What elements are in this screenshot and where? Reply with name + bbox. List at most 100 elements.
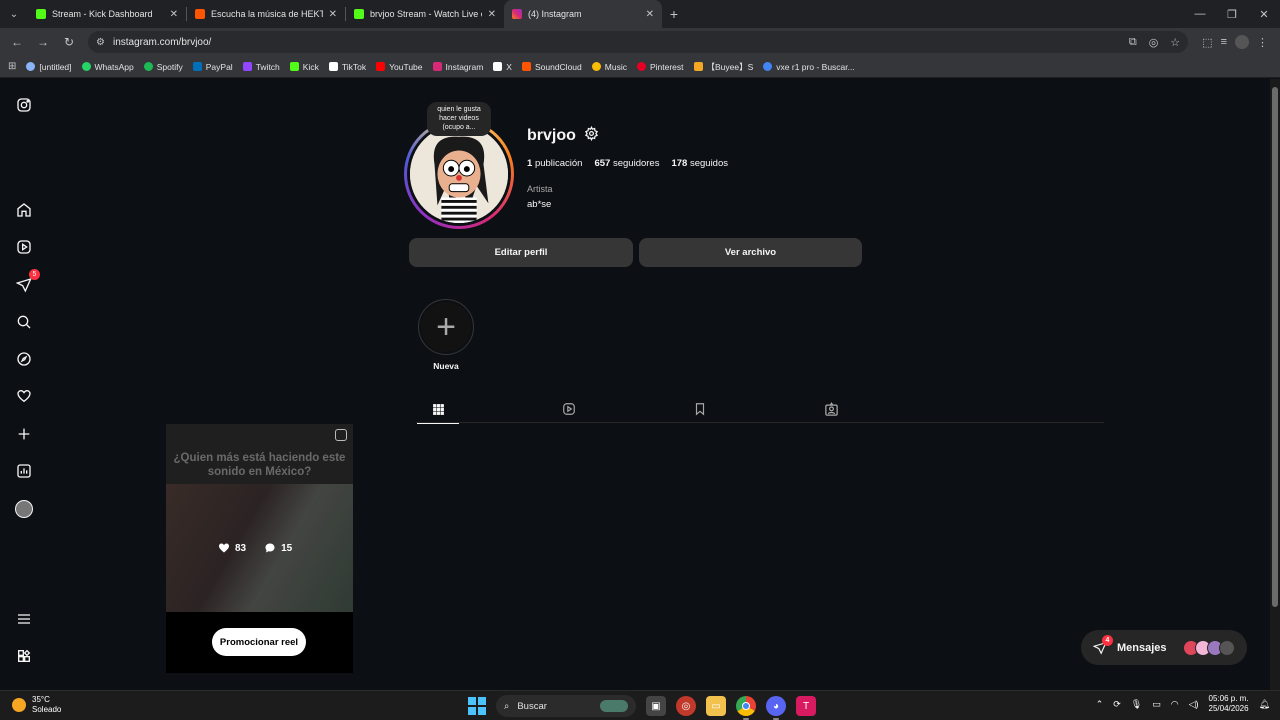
microphone-icon[interactable]: 🎙︎	[1131, 699, 1142, 710]
cast-icon[interactable]: ⧉	[1129, 36, 1137, 49]
url-text: instagram.com/brvjoo/	[112, 36, 212, 48]
messages-icon[interactable]: 5	[14, 269, 40, 295]
clock[interactable]: 05:06 p. m. 25/04/2026	[1209, 694, 1249, 714]
bookmark-item[interactable]: PayPal	[192, 62, 233, 72]
bookmark-item[interactable]: Twitch	[242, 62, 280, 72]
browser-tab[interactable]: Escucha la música de HEKTORP ✕	[187, 0, 345, 28]
url-input[interactable]: ⚙ instagram.com/brvjoo/ ⧉ ◎ ☆	[88, 31, 1189, 53]
bookmark-item[interactable]: SoundCloud	[521, 62, 582, 72]
app-icon[interactable]: T	[796, 696, 816, 716]
close-tab-icon[interactable]: ✕	[170, 9, 178, 20]
bookmark-item[interactable]: Music	[591, 62, 627, 72]
view-archive-button[interactable]: Ver archivo	[639, 238, 862, 267]
new-tab-icon[interactable]: +	[662, 0, 686, 28]
bookmark-item[interactable]: Spotify	[143, 62, 183, 72]
comments-count: 15	[264, 542, 292, 554]
home-icon[interactable]	[14, 200, 34, 220]
bookmark-item[interactable]: Instagram	[432, 62, 483, 72]
dashboard-icon[interactable]	[14, 461, 34, 481]
bookmark-star-icon[interactable]: ☆	[1170, 36, 1180, 49]
new-highlight-label: Nueva	[433, 361, 459, 371]
taskbar-search-input[interactable]: ⌕ Buscar	[496, 695, 636, 717]
notifications-bell-icon[interactable]: 🔔︎	[1259, 699, 1270, 710]
close-tab-icon[interactable]: ✕	[646, 9, 654, 20]
sync-icon[interactable]: ⟳	[1113, 699, 1121, 710]
promote-reel-button[interactable]: Promocionar reel	[212, 628, 306, 656]
reload-icon[interactable]: ↻	[58, 31, 80, 53]
tab-posts[interactable]	[417, 399, 459, 424]
buyee-icon	[693, 62, 703, 71]
bookmark-item[interactable]: WhatsApp	[81, 62, 134, 72]
search-icon[interactable]	[14, 312, 34, 332]
x-icon	[493, 62, 503, 71]
tab-title: (4) Instagram	[528, 9, 582, 19]
settings-gear-icon[interactable]	[584, 125, 599, 146]
eye-off-icon[interactable]: ◎	[1149, 36, 1159, 49]
browser-menu-icon[interactable]: ⋮	[1257, 36, 1268, 49]
more-apps-icon[interactable]	[14, 646, 34, 666]
browser-profile-avatar[interactable]	[1235, 35, 1249, 49]
messages-floating-bar[interactable]: 4 Mensajes	[1081, 630, 1247, 665]
reel-indicator-icon	[335, 429, 347, 441]
bookmark-item[interactable]: 【Buyee】S	[693, 61, 753, 73]
bookmark-item[interactable]: Kick	[289, 62, 319, 72]
profile-note-bubble[interactable]: quien le gusta hacer videos (ocupo a...	[427, 102, 491, 137]
followers-link[interactable]: 657 seguidores	[594, 158, 659, 169]
back-icon[interactable]: ←	[6, 31, 28, 53]
menu-icon[interactable]	[14, 609, 34, 629]
media-controls-icon[interactable]: ≡	[1221, 36, 1227, 48]
bookmark-item[interactable]: X	[493, 62, 512, 72]
bookmark-item[interactable]: vxe r1 pro - Buscar...	[763, 62, 855, 72]
explore-icon[interactable]	[14, 349, 34, 369]
create-icon[interactable]	[14, 424, 34, 444]
tab-title: brvjoo Stream - Watch Live on	[370, 9, 482, 19]
apps-grid-icon[interactable]: ⊞	[8, 61, 16, 72]
discord-icon[interactable]: ◕	[766, 696, 786, 720]
plus-icon: +	[421, 302, 471, 352]
close-tab-icon[interactable]: ✕	[329, 9, 337, 20]
scrollbar-thumb[interactable]	[1272, 87, 1278, 607]
tab-tagged[interactable]	[810, 399, 852, 419]
bookmark-item[interactable]: Pinterest	[636, 62, 684, 72]
tab-reels[interactable]	[548, 399, 590, 419]
page-scrollbar[interactable]	[1270, 79, 1280, 690]
forward-icon[interactable]: →	[32, 31, 54, 53]
tab-saved[interactable]	[679, 399, 721, 419]
minimize-icon[interactable]: —	[1184, 0, 1216, 28]
tab-search-icon[interactable]: ⌄	[0, 0, 28, 28]
profile-avatar[interactable]	[14, 499, 34, 519]
bookmark-item[interactable]: YouTube	[376, 62, 423, 72]
profile-category: Artista	[527, 184, 553, 194]
following-link[interactable]: 178 seguidos	[671, 158, 728, 169]
extensions-icon[interactable]: ⬚	[1202, 36, 1212, 49]
weather-widget[interactable]: 35°C Soleado	[12, 695, 61, 714]
browser-tab[interactable]: brvjoo Stream - Watch Live on ✕	[346, 0, 504, 28]
tab-title: Escucha la música de HEKTORP	[211, 9, 323, 19]
left-nav: 5	[0, 79, 48, 690]
browser-tab-active[interactable]: (4) Instagram ✕	[504, 0, 662, 28]
restore-icon[interactable]: ❐	[1216, 0, 1248, 28]
page-title: brvjoo	[527, 127, 576, 144]
browser-tab[interactable]: Stream - Kick Dashboard ✕	[28, 0, 186, 28]
chevron-up-icon[interactable]: ⌃	[1096, 699, 1104, 710]
copilot-icon[interactable]: ◎	[676, 696, 696, 716]
new-highlight-button[interactable]: +	[418, 299, 474, 355]
chrome-icon[interactable]	[736, 696, 756, 720]
notifications-icon[interactable]	[14, 386, 34, 406]
close-tab-icon[interactable]: ✕	[488, 9, 496, 20]
bookmark-item[interactable]: [untitled]	[26, 62, 72, 72]
instagram-logo-icon[interactable]	[14, 95, 34, 115]
windows-start-icon[interactable]	[468, 697, 486, 715]
more-avatars-icon	[1219, 639, 1235, 656]
volume-icon[interactable]: ◁)	[1189, 699, 1199, 710]
wifi-icon[interactable]: ◠	[1171, 699, 1179, 710]
kick-icon	[354, 9, 364, 19]
close-window-icon[interactable]: ✕	[1248, 0, 1280, 28]
display-icon[interactable]: ▭	[1152, 699, 1161, 710]
reels-icon[interactable]	[14, 237, 34, 257]
site-info-icon[interactable]: ⚙	[96, 37, 105, 48]
bookmark-item[interactable]: TikTok	[328, 62, 366, 72]
file-explorer-icon[interactable]: ▭	[706, 696, 726, 716]
task-view-icon[interactable]: ▣	[646, 696, 666, 716]
edit-profile-button[interactable]: Editar perfil	[409, 238, 633, 267]
